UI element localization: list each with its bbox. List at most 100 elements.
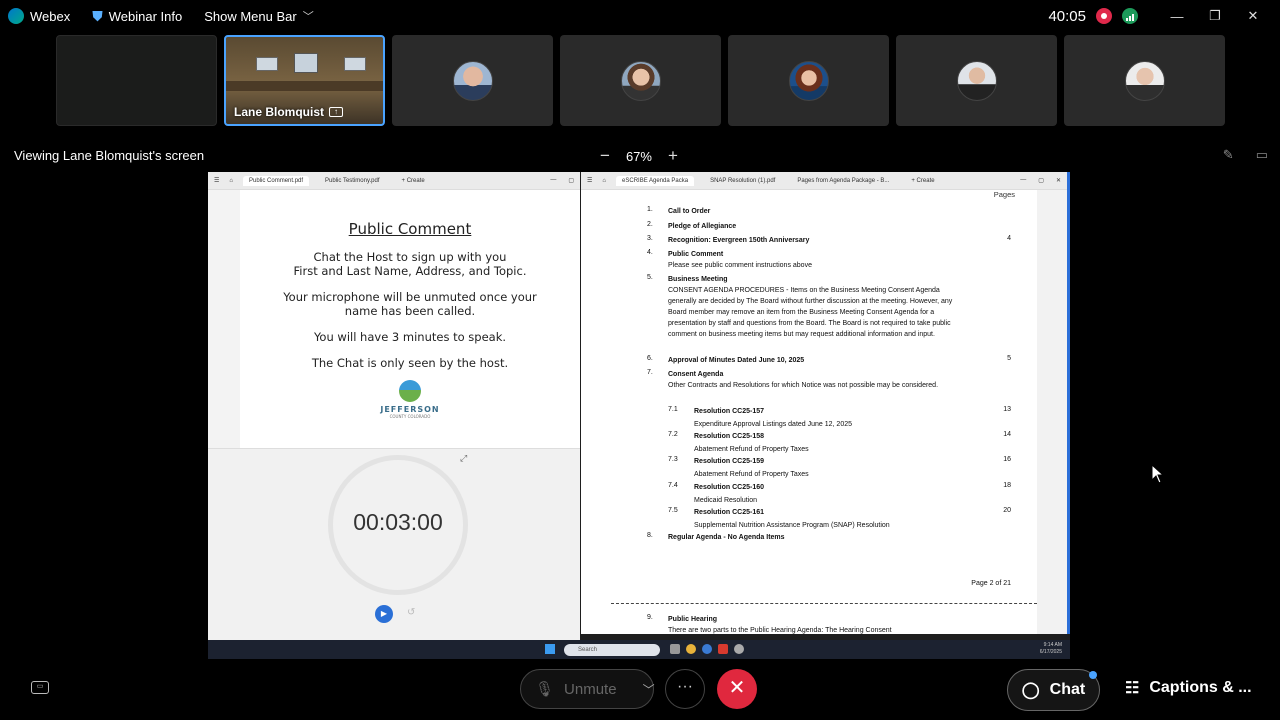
clock-date: 6/17/2025: [1039, 649, 1062, 655]
shield-icon: ⛊: [92, 7, 103, 24]
item-number: 3.: [647, 235, 653, 242]
closed-captions-icon[interactable]: ▭: [31, 681, 49, 694]
participant-tile[interactable]: [728, 35, 889, 126]
participant-name-text: Lane Blomquist: [234, 105, 325, 119]
countdown-time: 00:03:00: [353, 509, 443, 535]
acrobat-icon[interactable]: [718, 644, 728, 654]
close-window-button[interactable]: ✕: [1244, 8, 1262, 24]
chevron-down-icon[interactable]: ﹀: [643, 681, 655, 698]
participant-tile[interactable]: [56, 35, 217, 126]
home-icon[interactable]: ⌂: [229, 178, 233, 184]
participant-tile[interactable]: [1064, 35, 1225, 126]
item-number: 9.: [647, 614, 653, 621]
sub-number: 7.5: [668, 507, 678, 514]
right-tab-bar: ☰ ⌂ eSCRIBE Agenda Packa SNAP Resolution…: [581, 172, 1067, 190]
instruction-line: First and Last Name, Address, and Topic.: [293, 264, 527, 278]
item-desc: CONSENT AGENDA PROCEDURES - Items on the…: [668, 287, 953, 338]
chat-label: Chat: [1049, 681, 1086, 698]
annotate-icon[interactable]: ✎: [1223, 147, 1234, 163]
app-icon[interactable]: [734, 644, 744, 654]
maximize-icon[interactable]: ▢: [568, 177, 574, 184]
avatar: [956, 60, 997, 101]
maximize-button[interactable]: ❐: [1206, 8, 1224, 24]
tab-pages-from-agenda[interactable]: Pages from Agenda Package - B...: [791, 176, 895, 186]
tab-public-testimony[interactable]: Public Testimony.pdf: [319, 176, 385, 186]
sub-page: 13: [1003, 406, 1011, 413]
minimize-icon[interactable]: —: [550, 177, 556, 184]
sub-title: Resolution CC25-160: [694, 484, 765, 491]
item-title: Call to Order: [668, 208, 711, 215]
participant-tile-active[interactable]: Lane Blomquist ↑: [224, 35, 385, 126]
participant-tile[interactable]: [392, 35, 553, 126]
item-page: 4: [1007, 235, 1011, 242]
connection-signal-icon[interactable]: [1122, 8, 1138, 24]
recording-icon[interactable]: [1096, 8, 1112, 24]
menu-icon[interactable]: ☰: [587, 177, 592, 184]
item-number: 4.: [647, 249, 653, 256]
page-break: [611, 603, 1037, 604]
chrome-icon[interactable]: [686, 644, 696, 654]
tab-snap-resolution[interactable]: SNAP Resolution (1).pdf: [704, 176, 781, 186]
item-title: Regular Agenda - No Agenda Items: [668, 534, 785, 541]
unmute-label: Unmute: [564, 680, 617, 698]
countdown-timer-pane: 00:03:00 ⤢ ▶ ↺: [208, 448, 580, 640]
menu-icon[interactable]: ☰: [214, 177, 219, 184]
participant-tile[interactable]: [896, 35, 1057, 126]
item-title: Public Hearing: [668, 616, 718, 623]
zoom-out-button[interactable]: −: [600, 146, 610, 166]
scroll-gutter[interactable]: [1037, 190, 1067, 634]
tab-agenda-packet[interactable]: eSCRIBE Agenda Packa: [616, 175, 695, 186]
logo-sub: COUNTY COLORADO: [389, 414, 431, 419]
home-icon[interactable]: ⌂: [602, 178, 606, 184]
sub-body: Resolution CC25-159 Abatement Refund of P…: [694, 456, 994, 481]
chat-button[interactable]: ◯ Chat: [1007, 669, 1100, 711]
webex-logo-icon: [8, 8, 24, 24]
task-view-icon[interactable]: [670, 644, 680, 654]
avatar: [452, 60, 493, 101]
captions-button[interactable]: ☷ Captions & ...: [1125, 678, 1252, 698]
expand-icon[interactable]: ⤢: [460, 453, 467, 464]
item-title: Public Comment: [668, 251, 724, 258]
left-pdf-window: ☰ ⌂ Public Comment.pdf Public Testimony.…: [208, 172, 580, 640]
sub-body: Resolution CC25-160 Medicaid Resolution: [694, 482, 994, 507]
play-button[interactable]: ▶: [375, 605, 393, 623]
tab-create[interactable]: + Create: [905, 176, 940, 186]
tab-create[interactable]: + Create: [396, 176, 431, 186]
minimize-button[interactable]: —: [1168, 9, 1186, 24]
edge-icon[interactable]: [702, 644, 712, 654]
item-title: Approval of Minutes Dated June 10, 2025: [668, 357, 805, 364]
title-bar: Webex ⛊ Webinar Info Show Menu Bar ﹀ 40:…: [0, 0, 1280, 32]
sub-number: 7.2: [668, 431, 678, 438]
webinar-info-button[interactable]: ⛊ Webinar Info: [92, 8, 182, 25]
item-body: Consent Agenda Other Contracts and Resolu…: [668, 369, 968, 391]
close-icon[interactable]: ✕: [1056, 177, 1061, 184]
item-desc: Other Contracts and Resolutions for whic…: [668, 382, 939, 389]
avatar: [1124, 60, 1165, 101]
chat-bubble-icon: ◯: [1021, 682, 1040, 699]
show-menu-bar-button[interactable]: Show Menu Bar ﹀: [204, 8, 314, 24]
captions-label: Captions & ...: [1149, 679, 1252, 696]
windows-taskbar: Search 9:14 AM 6/17/2025: [208, 640, 1070, 659]
windows-start-icon[interactable]: [545, 644, 555, 654]
maximize-icon[interactable]: ▢: [1038, 177, 1044, 184]
webex-menu[interactable]: Webex: [8, 8, 70, 24]
minimize-icon[interactable]: —: [1020, 177, 1026, 184]
popout-icon[interactable]: ▭: [1256, 147, 1268, 163]
item-title: Consent Agenda: [668, 371, 724, 378]
taskbar-search[interactable]: Search: [564, 644, 660, 656]
leave-meeting-button[interactable]: ✕: [717, 669, 757, 709]
item-number: 2.: [647, 221, 653, 228]
instruction-line: name has been called.: [344, 304, 476, 318]
unmute-button[interactable]: 🎙 Unmute ﹀: [520, 669, 655, 709]
more-options-button[interactable]: ···: [665, 669, 705, 709]
zoom-in-button[interactable]: +: [668, 146, 678, 166]
instruction-line: Chat the Host to sign up with you: [313, 250, 507, 264]
meeting-timer: 40:05: [1048, 7, 1086, 25]
dais: [226, 81, 383, 91]
tab-public-comment[interactable]: Public Comment.pdf: [243, 175, 310, 186]
screen-share-icon: ↑: [329, 107, 344, 117]
reset-icon[interactable]: ↺: [407, 607, 415, 618]
participant-tile[interactable]: [560, 35, 721, 126]
public-comment-page: Public Comment Chat the Host to sign up …: [240, 190, 580, 448]
participant-strip: Lane Blomquist ↑: [56, 35, 1225, 126]
